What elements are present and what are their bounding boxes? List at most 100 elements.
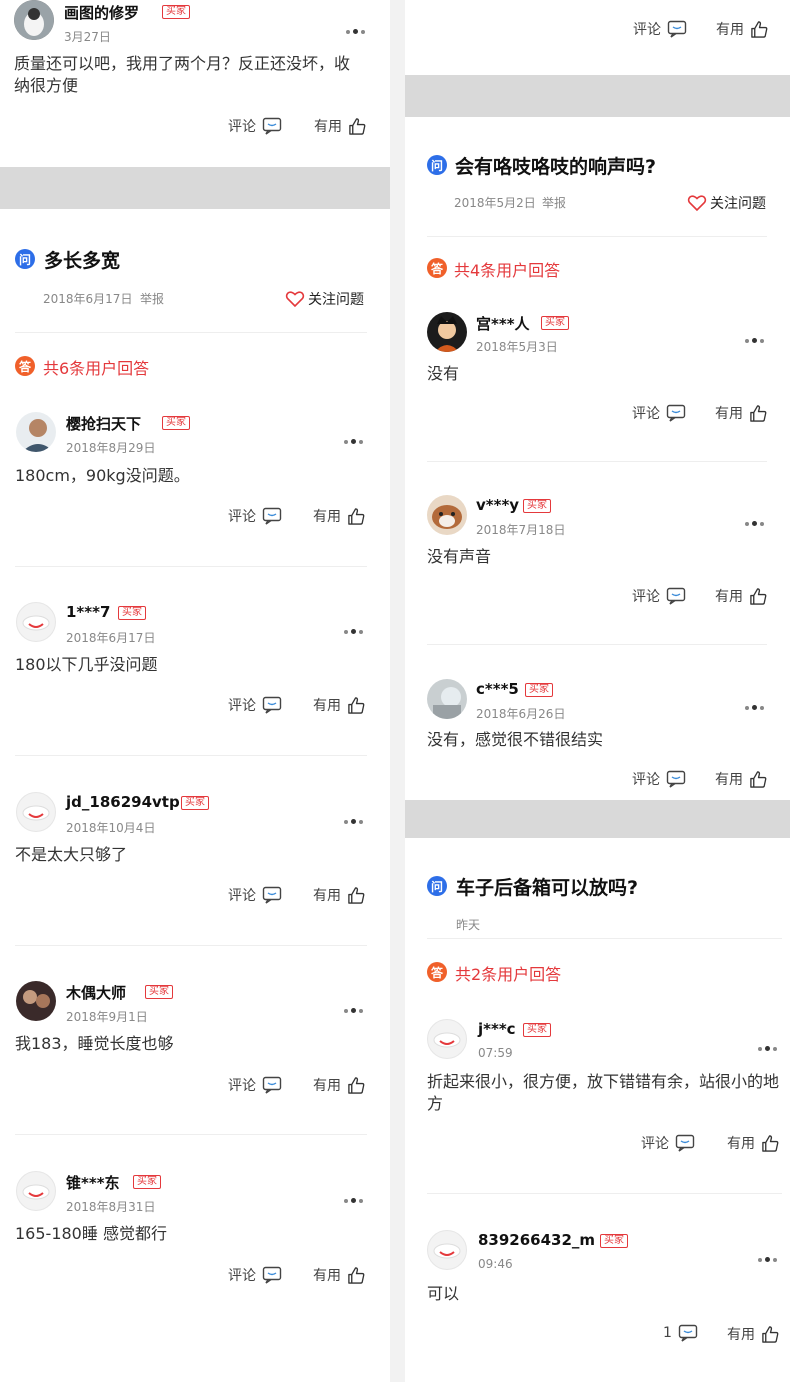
heart-icon [687,195,707,212]
answer-text: 没有 [427,364,460,383]
useful-button[interactable]: 有用 [715,403,768,423]
follow-question-button[interactable]: 关注问题 [285,289,364,309]
more-options-icon[interactable] [344,629,366,635]
useful-label: 有用 [313,888,341,904]
question-icon: 问 [427,876,447,896]
answer-date: 2018年8月31日 [66,1200,156,1214]
answer-text: 180以下几乎没问题 [15,655,158,674]
comment-button[interactable]: 1 [663,1324,698,1342]
thumbs-up-icon [348,1076,365,1094]
comment-button[interactable]: 评论 [228,506,282,526]
more-options-icon[interactable] [758,1257,780,1263]
divider [15,1134,367,1135]
comment-label: 评论 [633,22,661,38]
more-options-icon[interactable] [344,1008,366,1014]
useful-button[interactable]: 有用 [313,695,366,715]
useful-button[interactable]: 有用 [715,769,768,789]
follow-label: 关注问题 [308,292,364,308]
useful-label: 有用 [313,698,341,714]
answer-icon: 答 [15,356,35,376]
user-name: j***c [478,1020,516,1038]
useful-button[interactable]: 有用 [313,885,366,905]
useful-button[interactable]: 有用 [716,19,769,39]
useful-button[interactable]: 有用 [727,1133,780,1153]
thumbs-up-icon [349,117,366,135]
answer-date: 2018年6月26日 [476,707,566,721]
more-options-icon[interactable] [745,338,767,344]
divider [427,1193,782,1194]
useful-button[interactable]: 有用 [715,586,768,606]
divider [15,566,367,567]
comment-button[interactable]: 评论 [228,1265,282,1285]
divider-strip [405,800,790,838]
more-options-icon[interactable] [745,705,767,711]
user-name: 樱抢扫天下 [66,415,142,433]
thumbs-up-icon [762,1134,779,1152]
comment-label: 评论 [228,1268,256,1284]
answer-icon: 答 [427,258,447,278]
useful-label: 有用 [715,589,743,605]
report-link[interactable]: 举报 [140,290,164,307]
user-name: 宫***人 [476,315,530,333]
comment-button[interactable]: 评论 [228,885,282,905]
more-options-icon[interactable] [344,819,366,825]
comment-button[interactable]: 评论 [228,695,282,715]
useful-button[interactable]: 有用 [313,1265,366,1285]
thumbs-up-icon [751,20,768,38]
more-options-icon[interactable] [346,29,368,35]
more-options-icon[interactable] [344,1198,366,1204]
question-icon: 问 [15,249,35,269]
thumbs-up-icon [348,1266,365,1284]
comment-icon [666,587,686,605]
avatar [427,1019,467,1059]
thumbs-up-icon [348,696,365,714]
comment-button[interactable]: 评论 [228,1075,282,1095]
comment-label: 评论 [228,1078,256,1094]
question-date: 昨天 [456,918,481,932]
comment-label: 评论 [228,119,256,135]
comment-button[interactable]: 评论 [633,19,687,39]
avatar [427,679,467,719]
useful-label: 有用 [313,1268,341,1284]
follow-question-button[interactable]: 关注问题 [687,193,766,213]
user-name: 木偶大师 [66,984,127,1002]
comment-button[interactable]: 评论 [632,769,686,789]
thumbs-up-icon [750,770,767,788]
comment-button[interactable]: 评论 [632,586,686,606]
useful-label: 有用 [727,1136,755,1152]
useful-button[interactable]: 有用 [314,116,367,136]
avatar [16,1171,56,1211]
comment-icon [678,1324,698,1342]
thumbs-up-icon [750,404,767,422]
comment-label: 评论 [228,509,256,525]
answer-text: 折起来很小，很方便，放下错错有余，站很小的地方 [427,1072,780,1113]
useful-label: 有用 [314,119,342,135]
comment-label: 评论 [632,589,660,605]
answer-count: 共2条用户回答 [455,965,562,984]
more-options-icon[interactable] [745,521,767,527]
useful-button[interactable]: 有用 [727,1324,780,1344]
answer-text: 不是太大只够了 [15,845,128,864]
divider [427,236,767,237]
more-options-icon[interactable] [344,439,366,445]
user-name: 锥***东 [66,1174,120,1192]
comment-icon [262,1266,282,1284]
useful-label: 有用 [715,772,743,788]
avatar [16,602,56,642]
useful-button[interactable]: 有用 [313,506,366,526]
report-link[interactable]: 举报 [542,194,566,211]
comment-icon [667,20,687,38]
user-name: 画图的修罗 [64,4,140,22]
buyer-badge: 买家 [600,1234,628,1248]
more-options-icon[interactable] [758,1046,780,1052]
comment-button[interactable]: 评论 [632,403,686,423]
comment-button[interactable]: 评论 [641,1133,695,1153]
comment-button[interactable]: 评论 [228,116,282,136]
answer-date: 2018年7月18日 [476,523,566,537]
avatar [427,1230,467,1270]
divider-strip [0,167,390,209]
answer-date: 2018年8月29日 [66,441,156,455]
answer-date: 2018年10月4日 [66,821,156,835]
buyer-badge: 买家 [162,5,190,19]
useful-button[interactable]: 有用 [313,1075,366,1095]
